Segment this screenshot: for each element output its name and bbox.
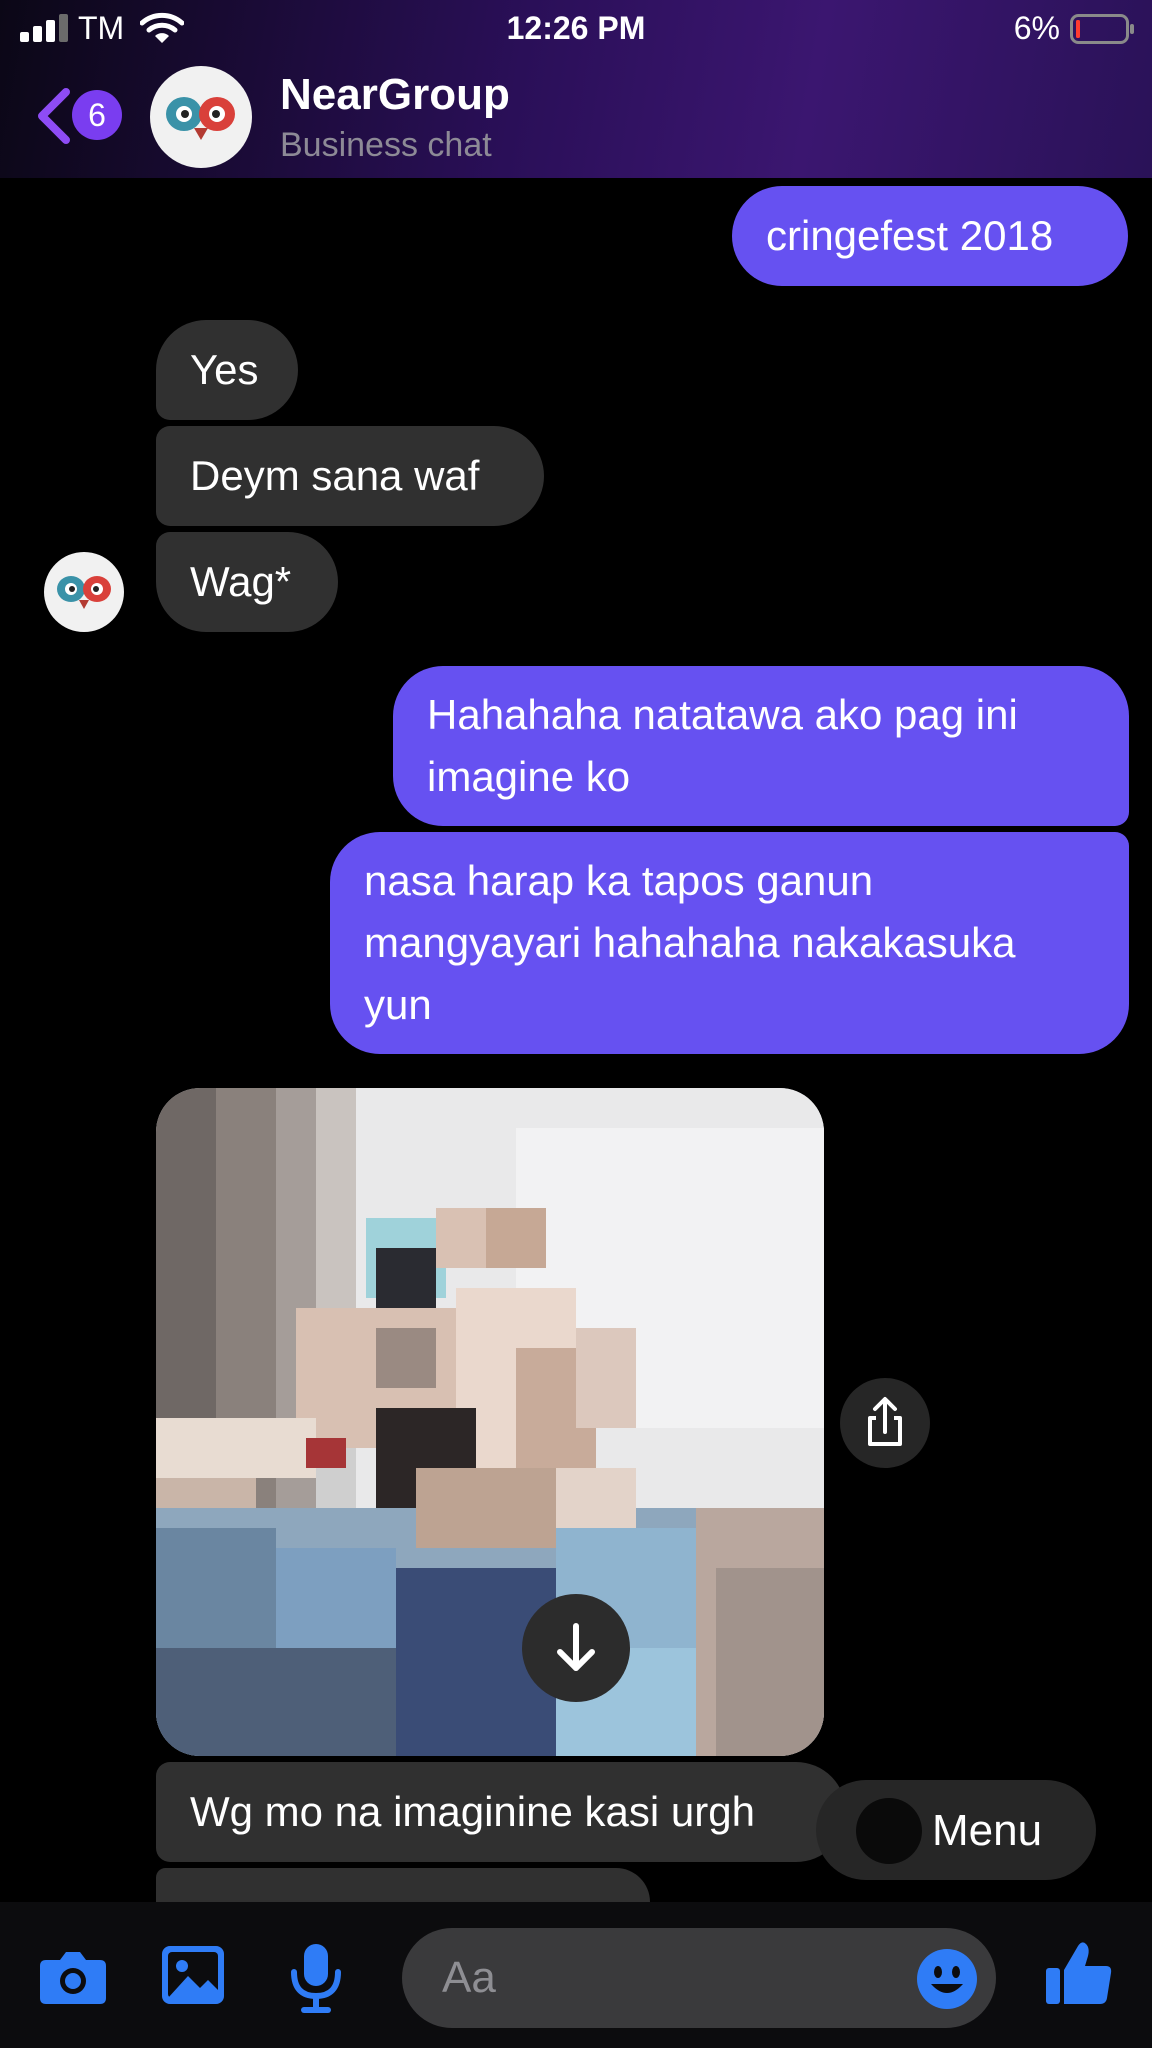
gallery-icon[interactable] <box>160 1944 226 2006</box>
message-bubble-incoming[interactable]: Deym sana waf <box>156 426 544 526</box>
message-line: nasa harap ka tapos ganun <box>364 857 874 904</box>
message-input-placeholder: Aa <box>442 1953 496 2002</box>
menu-icon <box>856 1798 922 1864</box>
battery-percent: 6% <box>1013 10 1060 46</box>
top-bar: TM 12:26 PM 6% 6 NearGroup Business chat <box>0 0 1152 178</box>
chat-subtitle: Business chat <box>280 126 492 164</box>
message-bubble-incoming[interactable]: Yes <box>156 320 298 420</box>
menu-label: Menu <box>932 1806 1043 1855</box>
status-bar: TM 12:26 PM 6% <box>0 0 1152 58</box>
emoji-icon[interactable] <box>916 1948 978 2010</box>
battery-icon <box>1070 14 1134 44</box>
share-button[interactable] <box>840 1378 930 1468</box>
message-line: imagine ko <box>427 753 631 800</box>
message-bubble-incoming[interactable]: Wag* <box>156 532 338 632</box>
message-text: Wg mo na imaginine kasi urgh <box>190 1788 755 1835</box>
camera-icon[interactable] <box>38 1946 108 2006</box>
message-bubble-outgoing[interactable]: cringefest 2018 <box>732 186 1128 286</box>
neargroup-avatar[interactable] <box>150 66 252 168</box>
download-arrow-icon <box>557 1623 595 1671</box>
sender-avatar[interactable] <box>44 552 124 632</box>
message-line: yun <box>364 981 432 1028</box>
menu-button[interactable]: Menu <box>816 1780 1096 1880</box>
message-bubble-outgoing[interactable]: Hahahaha natatawa ako pag ini imagine ko <box>393 666 1129 826</box>
thumbs-up-icon[interactable] <box>1044 1938 1114 2008</box>
share-icon <box>868 1397 902 1446</box>
download-button[interactable] <box>522 1594 630 1702</box>
chat-title[interactable]: NearGroup <box>280 70 510 120</box>
message-line: Hahahaha natatawa ako pag ini <box>427 691 1018 738</box>
message-line: mangyayari hahahaha nakakasuka <box>364 919 1016 966</box>
message-text: Deym sana waf <box>190 452 480 499</box>
message-bubble-incoming[interactable] <box>156 1868 650 1902</box>
message-bubble-incoming[interactable]: Wg mo na imaginine kasi urgh <box>156 1762 846 1862</box>
status-time: 12:26 PM <box>506 10 646 46</box>
message-text: Yes <box>190 346 259 393</box>
microphone-icon[interactable] <box>288 1942 344 2014</box>
unread-count-badge[interactable]: 6 <box>72 90 122 140</box>
composer-bar: Aa <box>0 1902 1152 2048</box>
message-text: cringefest 2018 <box>766 212 1054 259</box>
pixelated-photo <box>156 1088 824 1756</box>
message-bubble-outgoing[interactable]: nasa harap ka tapos ganun mangyayari hah… <box>330 832 1129 1054</box>
message-input[interactable]: Aa <box>402 1928 996 2028</box>
back-chevron-icon[interactable] <box>34 86 74 146</box>
message-text: Wag* <box>190 558 292 605</box>
photo-attachment[interactable] <box>156 1088 824 1756</box>
